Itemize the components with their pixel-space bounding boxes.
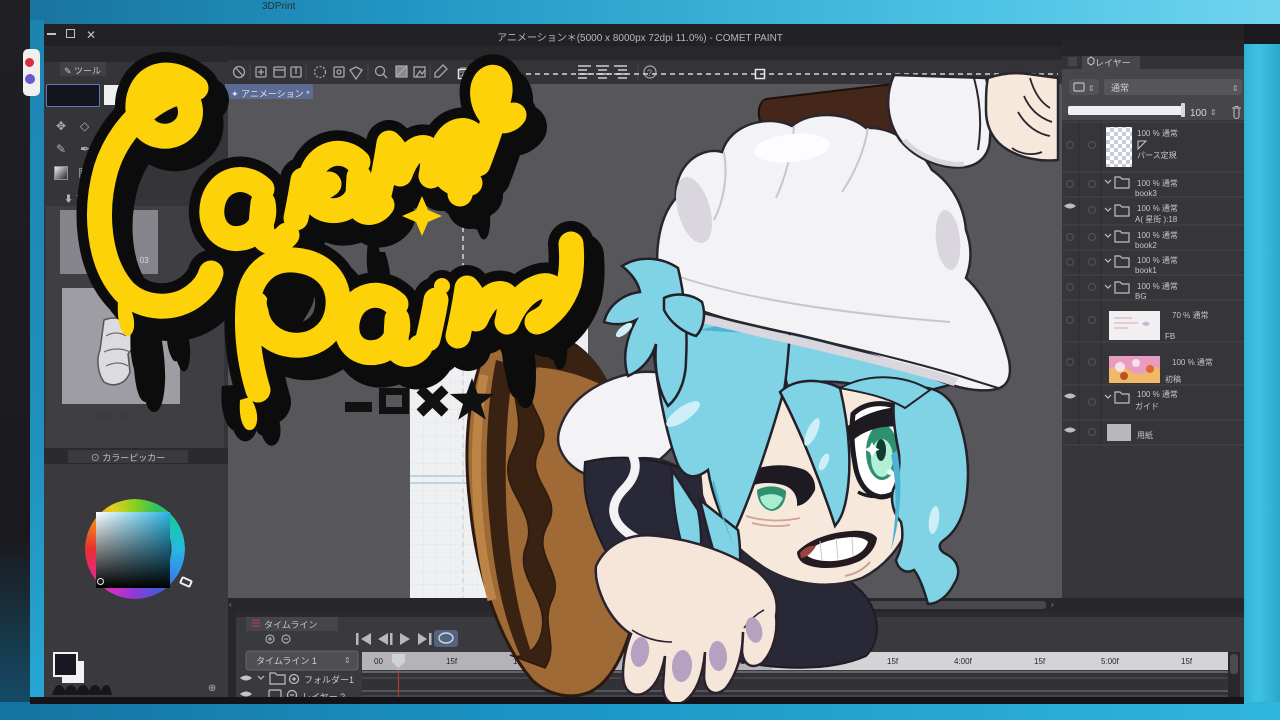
svg-text:70 % 通常: 70 % 通常 bbox=[1172, 310, 1208, 320]
svg-text:book3: book3 bbox=[1135, 189, 1157, 198]
svg-text:100 % 通常: 100 % 通常 bbox=[1172, 357, 1213, 367]
svg-text:book1: book1 bbox=[1135, 266, 1157, 275]
svg-text:レイヤー 2: レイヤー 2 bbox=[302, 692, 345, 697]
svg-text:タイムライン: タイムライン bbox=[264, 620, 317, 630]
svg-text:100 % 通常: 100 % 通常 bbox=[1137, 203, 1178, 213]
svg-text:book2: book2 bbox=[1135, 241, 1157, 250]
svg-text:100 % 通常: 100 % 通常 bbox=[1137, 178, 1178, 188]
svg-text:ガイド: ガイド bbox=[1135, 401, 1159, 411]
svg-text:⇕: ⇕ bbox=[1210, 108, 1217, 117]
svg-text:パース定規: パース定規 bbox=[1137, 150, 1177, 160]
svg-text:用紙: 用紙 bbox=[1137, 430, 1153, 440]
svg-text:通常: 通常 bbox=[1111, 82, 1129, 93]
svg-text:100 % 通常: 100 % 通常 bbox=[1137, 255, 1178, 265]
svg-text:⇕: ⇕ bbox=[1088, 84, 1095, 93]
svg-text:100 % 通常: 100 % 通常 bbox=[1137, 128, 1178, 138]
svg-text:フォルダー1: フォルダー1 bbox=[304, 674, 354, 685]
svg-text:レイヤー: レイヤー bbox=[1095, 58, 1131, 68]
svg-text:初稿: 初稿 bbox=[1165, 374, 1181, 384]
svg-text:100: 100 bbox=[1190, 108, 1207, 119]
svg-text:⇕: ⇕ bbox=[1232, 84, 1239, 93]
svg-text:15f: 15f bbox=[1181, 657, 1193, 666]
svg-text:5:00f: 5:00f bbox=[1101, 657, 1120, 666]
svg-text:100 % 通常: 100 % 通常 bbox=[1137, 389, 1178, 399]
svg-text:タイムライン 1: タイムライン 1 bbox=[256, 656, 317, 666]
svg-text:A( 星街 ):18: A( 星街 ):18 bbox=[1135, 214, 1178, 224]
svg-text:100 % 通常: 100 % 通常 bbox=[1137, 230, 1178, 240]
svg-text:100 % 通常: 100 % 通常 bbox=[1137, 281, 1178, 291]
svg-text:FB: FB bbox=[1165, 332, 1175, 341]
svg-text:BG: BG bbox=[1135, 292, 1147, 301]
svg-text:⇕: ⇕ bbox=[344, 656, 351, 665]
